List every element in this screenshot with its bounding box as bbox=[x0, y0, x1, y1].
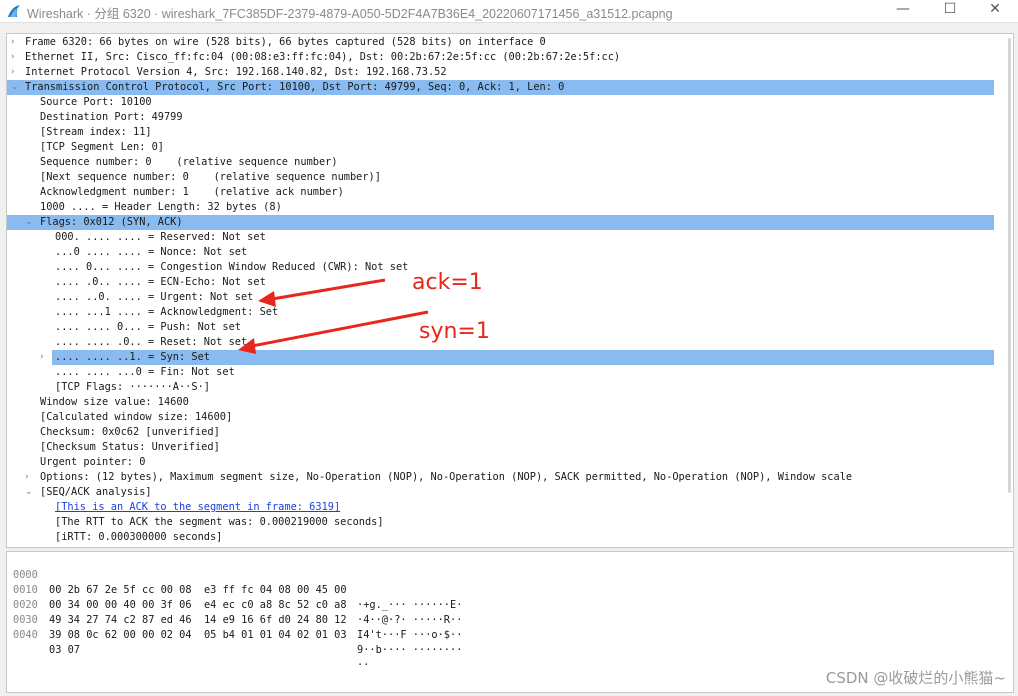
annotation-arrows bbox=[238, 278, 429, 354]
watermark: CSDN @收破烂的小熊猫~ bbox=[825, 669, 1006, 687]
syn-annotation: syn=1 bbox=[419, 319, 490, 344]
syn-arrow-head bbox=[238, 338, 256, 354]
ack-arrow-head bbox=[258, 291, 276, 307]
ack-annotation: ack=1 bbox=[412, 270, 483, 295]
syn-arrow-line bbox=[251, 310, 429, 348]
ack-arrow-line bbox=[271, 278, 386, 301]
